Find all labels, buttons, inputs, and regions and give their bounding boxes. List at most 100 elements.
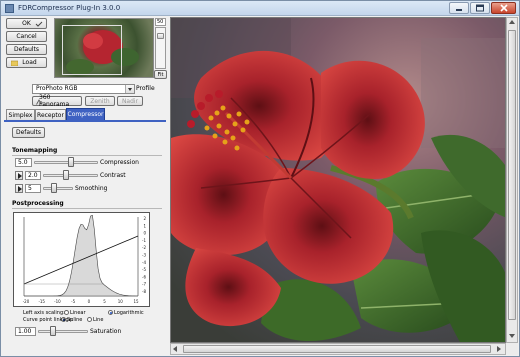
compression-slider-knob[interactable] <box>68 157 75 167</box>
image-preview[interactable] <box>170 17 506 343</box>
postprocessing-title: Postprocessing <box>12 200 64 207</box>
tab-simplex[interactable]: Simplex <box>6 109 35 120</box>
y-tick-label: -8 <box>142 289 146 294</box>
smoothing-expand-icon[interactable] <box>15 184 23 193</box>
cancel-label: Cancel <box>16 33 37 40</box>
close-button[interactable] <box>491 2 516 14</box>
defaults-label: Defaults <box>13 46 40 53</box>
contrast-slider[interactable] <box>43 170 98 180</box>
contrast-label: Contrast <box>100 172 126 179</box>
horizontal-scrollbar[interactable] <box>170 343 506 355</box>
maximize-button[interactable] <box>470 2 490 14</box>
smoothing-slider[interactable] <box>43 183 73 193</box>
ok-label: OK <box>22 20 31 27</box>
vertical-scrollbar[interactable] <box>506 17 518 343</box>
zoom-value: 50 <box>155 18 166 26</box>
minimize-icon <box>456 9 462 11</box>
ok-button[interactable]: OK <box>6 18 47 29</box>
y-tick-label: -7 <box>142 282 146 287</box>
saturation-field[interactable]: 1.00 <box>15 327 36 336</box>
x-tick-label: -20 <box>23 299 30 304</box>
resize-grip[interactable] <box>506 343 518 355</box>
x-tick-label: -5 <box>71 299 75 304</box>
defaults-button[interactable]: Defaults <box>6 44 47 55</box>
y-tick-label: -1 <box>142 238 146 243</box>
logarithmic-label: Logarithmic <box>114 310 144 316</box>
app-icon <box>5 4 14 13</box>
scroll-up-glyph <box>509 20 515 24</box>
profile-select[interactable]: ProPhoto RGB <box>32 84 135 94</box>
fit-label: Fit <box>157 71 164 78</box>
saturation-slider[interactable] <box>38 326 88 336</box>
chevron-down-icon <box>125 85 134 93</box>
folder-icon <box>11 60 18 66</box>
divider <box>12 208 162 209</box>
plugin-window: FDRCompressor Plug-In 3.0.0 OK Cancel De… <box>0 0 520 357</box>
compression-slider-track <box>34 161 98 164</box>
close-icon <box>499 4 508 12</box>
window-title: FDRCompressor Plug-In 3.0.0 <box>18 4 121 12</box>
profile-value: ProPhoto RGB <box>36 85 78 92</box>
fit-button[interactable]: Fit <box>154 70 167 79</box>
tab-receptor[interactable]: Receptor <box>35 109 66 120</box>
smoothing-label: Smoothing <box>75 185 108 192</box>
scroll-down-icon[interactable] <box>507 332 517 342</box>
compression-slider[interactable] <box>34 157 98 167</box>
divider <box>12 155 162 156</box>
view-rectangle[interactable] <box>62 25 122 75</box>
contrast-slider-track <box>43 174 98 177</box>
line-radio[interactable] <box>87 317 92 322</box>
smoothing-field[interactable]: 5 <box>25 184 41 193</box>
smoothing-slider-knob[interactable] <box>50 183 57 193</box>
spline-label: Spline <box>67 317 83 323</box>
horizontal-scroll-thumb[interactable] <box>183 345 491 353</box>
contrast-slider-knob[interactable] <box>63 170 70 180</box>
tab-underline <box>4 120 166 122</box>
saturation-label: Saturation <box>90 328 122 335</box>
curve-point-linkage-label: Curve point linkage: <box>23 317 74 323</box>
compressor-defaults-button[interactable]: Defaults <box>12 127 45 138</box>
linear-label: Linear <box>70 310 86 316</box>
nadir-label: Nadir <box>121 97 139 105</box>
panorama-toggle[interactable]: 360 Panorama <box>32 94 82 108</box>
zoom-slider[interactable] <box>155 27 166 69</box>
logarithmic-radio[interactable] <box>108 310 113 315</box>
navigator-thumbnail[interactable] <box>54 18 154 78</box>
x-tick-label: 5 <box>103 299 106 304</box>
scroll-right-icon[interactable] <box>495 344 505 354</box>
tone-curve-graph[interactable]: -20 -15 -10 -5 0 5 10 15 2 1 0 -1 -2 -3 -4 -5 -6 -7 -8 <box>13 212 150 307</box>
tab-receptor-label: Receptor <box>37 111 64 119</box>
tab-compressor-label: Compressor <box>67 111 104 118</box>
tab-simplex-label: Simplex <box>8 111 33 119</box>
zoom-slider-knob[interactable] <box>157 33 164 39</box>
tab-compressor[interactable]: Compressor <box>66 108 105 120</box>
compression-field[interactable]: 5.0 <box>15 158 32 167</box>
contrast-expand-icon[interactable] <box>15 171 23 180</box>
y-tick-label: -5 <box>142 267 146 272</box>
checkmark-icon <box>35 21 43 27</box>
cancel-button[interactable]: Cancel <box>6 31 47 42</box>
vertical-scroll-thumb[interactable] <box>508 30 516 320</box>
saturation-slider-knob[interactable] <box>50 326 56 336</box>
load-button[interactable]: Load <box>6 57 47 68</box>
scroll-up-icon[interactable] <box>507 18 517 28</box>
panorama-label: 360 Panorama <box>39 94 70 108</box>
x-tick-label: 15 <box>133 299 139 304</box>
load-label: Load <box>22 59 37 66</box>
tonemapping-title: Tonemapping <box>12 147 58 154</box>
saturation-slider-track <box>38 330 88 333</box>
scroll-left-icon[interactable] <box>171 344 181 354</box>
y-tick-label: -4 <box>142 260 146 265</box>
contrast-field[interactable]: 2.0 <box>25 171 41 180</box>
title-bar: FDRCompressor Plug-In 3.0.0 <box>1 1 519 16</box>
nadir-button[interactable]: Nadir <box>117 96 143 106</box>
zenith-label: Zenith <box>90 97 110 105</box>
smoothing-slider-track <box>43 187 73 190</box>
y-tick-label: 0 <box>143 231 146 236</box>
scroll-right-glyph <box>497 346 501 352</box>
x-tick-label: -15 <box>38 299 45 304</box>
x-tick-label: 10 <box>118 299 124 304</box>
zenith-button[interactable]: Zenith <box>85 96 115 106</box>
minimize-button[interactable] <box>449 2 469 14</box>
y-tick-label: -3 <box>142 253 146 258</box>
